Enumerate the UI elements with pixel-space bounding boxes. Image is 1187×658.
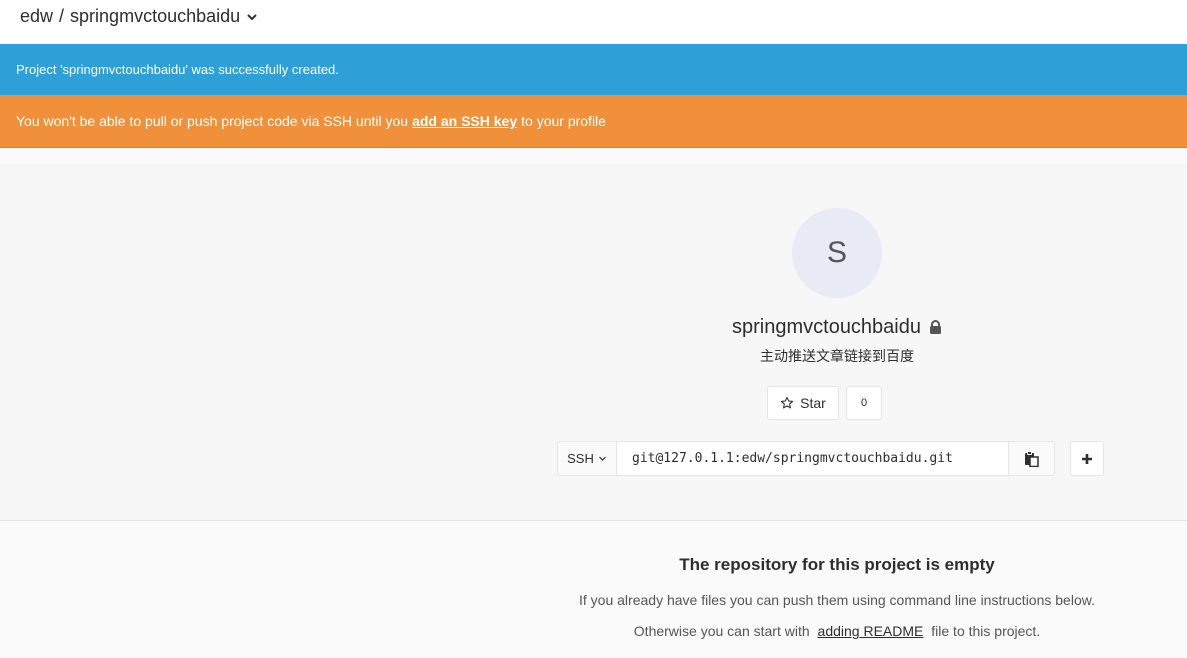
clone-url-group: SSH bbox=[557, 441, 1055, 476]
copy-url-button[interactable] bbox=[1009, 441, 1055, 476]
top-bar: edw / springmvctouchbaidu bbox=[0, 0, 1187, 44]
plus-icon bbox=[1082, 453, 1092, 464]
empty-line2-before: Otherwise you can start with bbox=[633, 623, 810, 639]
empty-repo-line1: If you already have files you can push t… bbox=[579, 592, 1095, 608]
star-button[interactable]: Star bbox=[767, 386, 839, 420]
breadcrumb-separator: / bbox=[59, 6, 65, 26]
avatar-letter: S bbox=[826, 236, 847, 269]
empty-repo-line2: Otherwise you can start with adding READ… bbox=[500, 623, 1174, 639]
project-description: 主动推送文章链接到百度 bbox=[760, 348, 914, 364]
project-name: springmvctouchbaidu bbox=[732, 316, 921, 338]
flash-warning: You won't be able to pull or push projec… bbox=[0, 95, 1187, 148]
add-new-button[interactable] bbox=[1070, 441, 1104, 476]
clone-protocol-label: SSH bbox=[567, 451, 594, 466]
flash-warning-before: You won't be able to pull or push projec… bbox=[16, 113, 409, 129]
clone-url-input[interactable] bbox=[617, 441, 1009, 476]
chevron-down-icon bbox=[598, 456, 606, 461]
breadcrumb-namespace: edw bbox=[20, 6, 54, 26]
lock-icon bbox=[930, 320, 941, 334]
project-title: springmvctouchbaidu bbox=[600, 316, 1074, 339]
empty-repo-title: The repository for this project is empty bbox=[679, 555, 995, 574]
chevron-down-icon bbox=[247, 13, 257, 20]
flash-warning-after: to your profile bbox=[521, 113, 606, 129]
clipboard-icon bbox=[1025, 450, 1039, 467]
project-avatar: S bbox=[792, 208, 882, 298]
star-label: Star bbox=[800, 395, 826, 411]
breadcrumb-project: springmvctouchbaidu bbox=[70, 6, 241, 26]
adding-readme-link[interactable]: adding README bbox=[818, 623, 924, 639]
add-ssh-key-link[interactable]: add an SSH key bbox=[412, 113, 517, 129]
flash-notice-text: Project 'springmvctouchbaidu' was succes… bbox=[16, 62, 339, 77]
star-count[interactable]: 0 bbox=[846, 386, 882, 420]
star-icon bbox=[781, 396, 794, 409]
empty-line2-after: file to this project. bbox=[931, 623, 1041, 639]
flash-notice: Project 'springmvctouchbaidu' was succes… bbox=[0, 44, 1187, 95]
project-breadcrumb[interactable]: edw / springmvctouchbaidu bbox=[20, 6, 258, 27]
clone-protocol-dropdown[interactable]: SSH bbox=[557, 441, 617, 476]
